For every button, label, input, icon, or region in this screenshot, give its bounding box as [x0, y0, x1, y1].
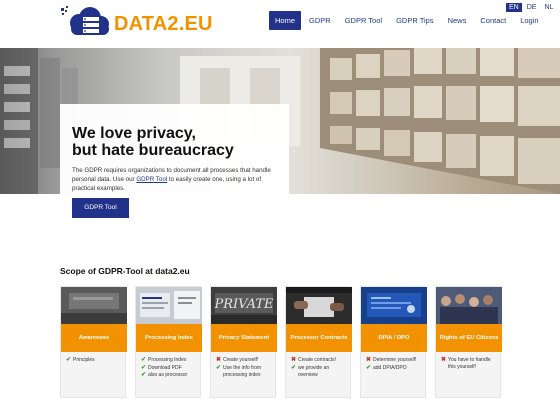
card-dpia-dpo[interactable]: DPIA / DPO ✖ Determine yourself! ✔ add DPI…	[360, 286, 427, 398]
card-awareness[interactable]: Awareness ✔ Principles	[60, 286, 127, 398]
check-icon: ✔	[141, 364, 147, 371]
processor-contracts-image	[286, 287, 352, 324]
privacy-statement-image: PRIVATE	[211, 287, 277, 324]
card-title: Privacy Statement	[211, 324, 277, 352]
list-item-text: we provide an overview	[298, 364, 330, 378]
cross-icon: ✖	[366, 357, 372, 363]
card-title: Awareness	[61, 324, 127, 352]
nav-item-news[interactable]: News	[442, 11, 473, 30]
list-item: ✔ add DPIA/DPO	[366, 365, 424, 372]
list-item: ✖ Create contracts!	[291, 357, 349, 364]
hero-card: We love privacy, but hate bureaucracy Th…	[60, 104, 289, 194]
card-title: Rights of EU Citizens	[436, 324, 502, 352]
list-item-text: Download PDF	[148, 364, 182, 371]
card-title: DPIA / DPO	[361, 324, 427, 352]
nav-item-home[interactable]: Home	[269, 11, 302, 30]
list-item-text: Use the info from processing index	[223, 364, 262, 378]
list-item-text: Create contracts!	[298, 357, 337, 363]
logo-text: DATA2.EU	[114, 13, 213, 36]
list-item: ✔ Principles	[66, 357, 124, 364]
list-item: ✔ also as processor	[141, 372, 199, 379]
logo-secondary: .EU	[178, 13, 213, 35]
hero-title: We love privacy, but hate bureaucracy	[72, 125, 277, 159]
main-nav: Home GDPR GDPR Tool GDPR Tips News Conta…	[269, 11, 545, 30]
scope-title: Scope of GDPR-Tool at data2.eu	[60, 266, 190, 276]
card-items: ✖ Create contracts! ✔ we provide an overvi…	[291, 357, 349, 379]
rights-eu-citizens-image	[436, 287, 502, 324]
card-title: Processor Contracts	[286, 324, 352, 352]
processing-index-image	[136, 287, 202, 324]
list-item: ✖ Create yourself!	[216, 357, 274, 364]
list-item-text: Principles	[73, 357, 95, 363]
nav-item-gdpr-tool[interactable]: GDPR Tool	[339, 11, 388, 30]
list-item: ✔ Download PDF	[141, 365, 199, 372]
hero-title-line-1: We love privacy,	[72, 125, 196, 142]
list-item-text: Processing Index	[148, 357, 187, 363]
nav-item-login[interactable]: Login	[514, 11, 544, 30]
list-item-text: Determine yourself!	[373, 357, 417, 363]
list-item-text: Create yourself!	[223, 357, 259, 363]
card-items: ✖ Create yourself! ✔ Use the info from pro…	[216, 357, 274, 379]
cross-icon: ✖	[216, 357, 222, 363]
lang-de[interactable]: DE	[524, 3, 540, 12]
hero-description: The GDPR requires organizations to docum…	[72, 166, 278, 193]
gdpr-tool-link[interactable]: GDPR Tool	[136, 176, 167, 183]
check-icon: ✔	[141, 357, 147, 363]
card-privacy-statement[interactable]: PRIVATE Privacy Statement ✖ Create yourse…	[210, 286, 277, 398]
card-processor-contracts[interactable]: Processor Contracts ✖ Create contracts! ✔…	[285, 286, 352, 398]
lang-en[interactable]: EN	[506, 3, 522, 12]
site-header: DATA2.EU Home GDPR GDPR Tool GDPR Tips N…	[0, 0, 560, 48]
list-item: ✔ Processing Index	[141, 357, 199, 364]
dpia-dpo-image	[361, 287, 427, 324]
list-item: ✔ we provide an overview	[291, 365, 349, 379]
list-item: ✔ Use the info from processing index	[216, 365, 274, 379]
logo-primary: DATA2	[114, 13, 179, 35]
cross-icon: ✖	[291, 357, 297, 363]
list-item-text: You have to handle this yourself!	[448, 357, 491, 370]
gdpr-tool-button[interactable]: GDPR Tool	[72, 198, 129, 218]
card-processing-index[interactable]: Processing Index ✔ Processing Index ✔ Down…	[135, 286, 202, 398]
list-item-text: also as processor	[148, 372, 188, 378]
nav-item-gdpr[interactable]: GDPR	[303, 11, 337, 30]
check-icon: ✔	[141, 372, 147, 378]
check-icon: ✔	[366, 364, 372, 371]
list-item: ✖ Determine yourself!	[366, 357, 424, 364]
hero-title-line-2: but hate bureaucracy	[72, 142, 234, 159]
check-icon: ✔	[216, 364, 222, 371]
data2eu-logo[interactable]: DATA2.EU	[60, 6, 220, 40]
cloud-server-icon	[61, 6, 109, 35]
card-items: ✖ Determine yourself! ✔ add DPIA/DPO	[366, 357, 424, 372]
card-items: ✔ Processing Index ✔ Download PDF ✔ also as…	[141, 357, 199, 380]
card-items: ✔ Principles	[66, 357, 124, 365]
list-item: ✖ You have to handle this yourself!	[441, 357, 499, 371]
awareness-image	[61, 287, 127, 324]
nav-item-gdpr-tips[interactable]: GDPR Tips	[390, 11, 440, 30]
hero-banner: We love privacy, but hate bureaucracy Th…	[0, 48, 560, 194]
language-switcher: EN DE NL	[506, 3, 556, 12]
cross-icon: ✖	[441, 357, 447, 363]
scope-cards: Awareness ✔ Principles Processing Index ✔…	[60, 286, 502, 398]
svg-text:PRIVATE: PRIVATE	[213, 297, 274, 312]
check-icon: ✔	[291, 364, 297, 371]
card-rights-eu-citizens[interactable]: Rights of EU Citizens ✖ You have to handl…	[435, 286, 502, 398]
list-item-text: add DPIA/DPO	[373, 364, 407, 371]
nav-item-contact[interactable]: Contact	[474, 11, 512, 30]
card-title: Processing Index	[136, 324, 202, 352]
lang-nl[interactable]: NL	[541, 3, 556, 12]
card-items: ✖ You have to handle this yourself!	[441, 357, 499, 372]
check-icon: ✔	[66, 357, 72, 363]
